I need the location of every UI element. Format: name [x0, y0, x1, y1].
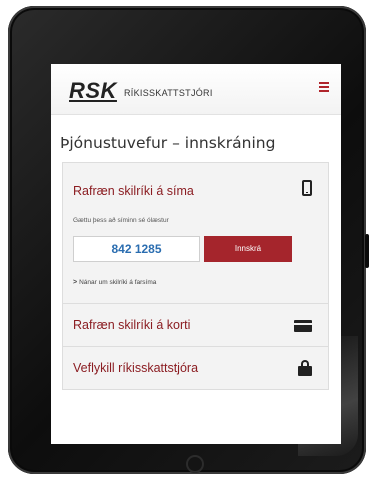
option-card-label[interactable]: Rafræn skilríki á korti: [73, 318, 190, 332]
phone-hint: Gættu þess að síminn sé ólæstur: [73, 217, 169, 224]
option-web-key[interactable]: Veflykill ríkisskattstjóra: [63, 347, 328, 389]
option-card[interactable]: Rafræn skilríki á korti: [63, 304, 328, 347]
option-phone[interactable]: Rafræn skilríki á síma Gættu þess að sím…: [63, 163, 328, 304]
logo-subtitle: RÍKISSKATTSTJÓRI: [124, 88, 213, 98]
hamburger-icon[interactable]: [319, 82, 329, 92]
more-link-marker: >: [73, 279, 78, 286]
more-info-link[interactable]: > Nánar um skilríki á farsíma: [73, 279, 156, 286]
option-phone-label[interactable]: Rafræn skilríki á síma: [73, 184, 194, 198]
site-header: RSK RÍKISSKATTSTJÓRI: [51, 64, 341, 115]
tablet-frame: RSK RÍKISSKATTSTJÓRI Þjónustuvefur – inn…: [8, 6, 369, 474]
login-options: Rafræn skilríki á síma Gættu þess að sím…: [62, 162, 329, 390]
lock-icon: [298, 360, 312, 376]
rsk-logo[interactable]: RSK: [69, 78, 117, 104]
page-title: Þjónustuvefur – innskráning: [60, 134, 276, 152]
card-icon: [294, 320, 312, 332]
tablet-home-button: [186, 455, 204, 473]
phone-icon: [302, 180, 312, 196]
tablet-side-button: [365, 234, 369, 268]
phone-number-input[interactable]: 842 1285: [73, 236, 200, 262]
login-button[interactable]: Innskrá: [204, 236, 292, 262]
stage: RSK RÍKISSKATTSTJÓRI Þjónustuvefur – inn…: [0, 0, 375, 477]
tablet-screen: RSK RÍKISSKATTSTJÓRI Þjónustuvefur – inn…: [51, 64, 341, 444]
option-web-key-label[interactable]: Veflykill ríkisskattstjóra: [73, 361, 198, 375]
more-info-link-text: Nánar um skilríki á farsíma: [79, 279, 157, 286]
